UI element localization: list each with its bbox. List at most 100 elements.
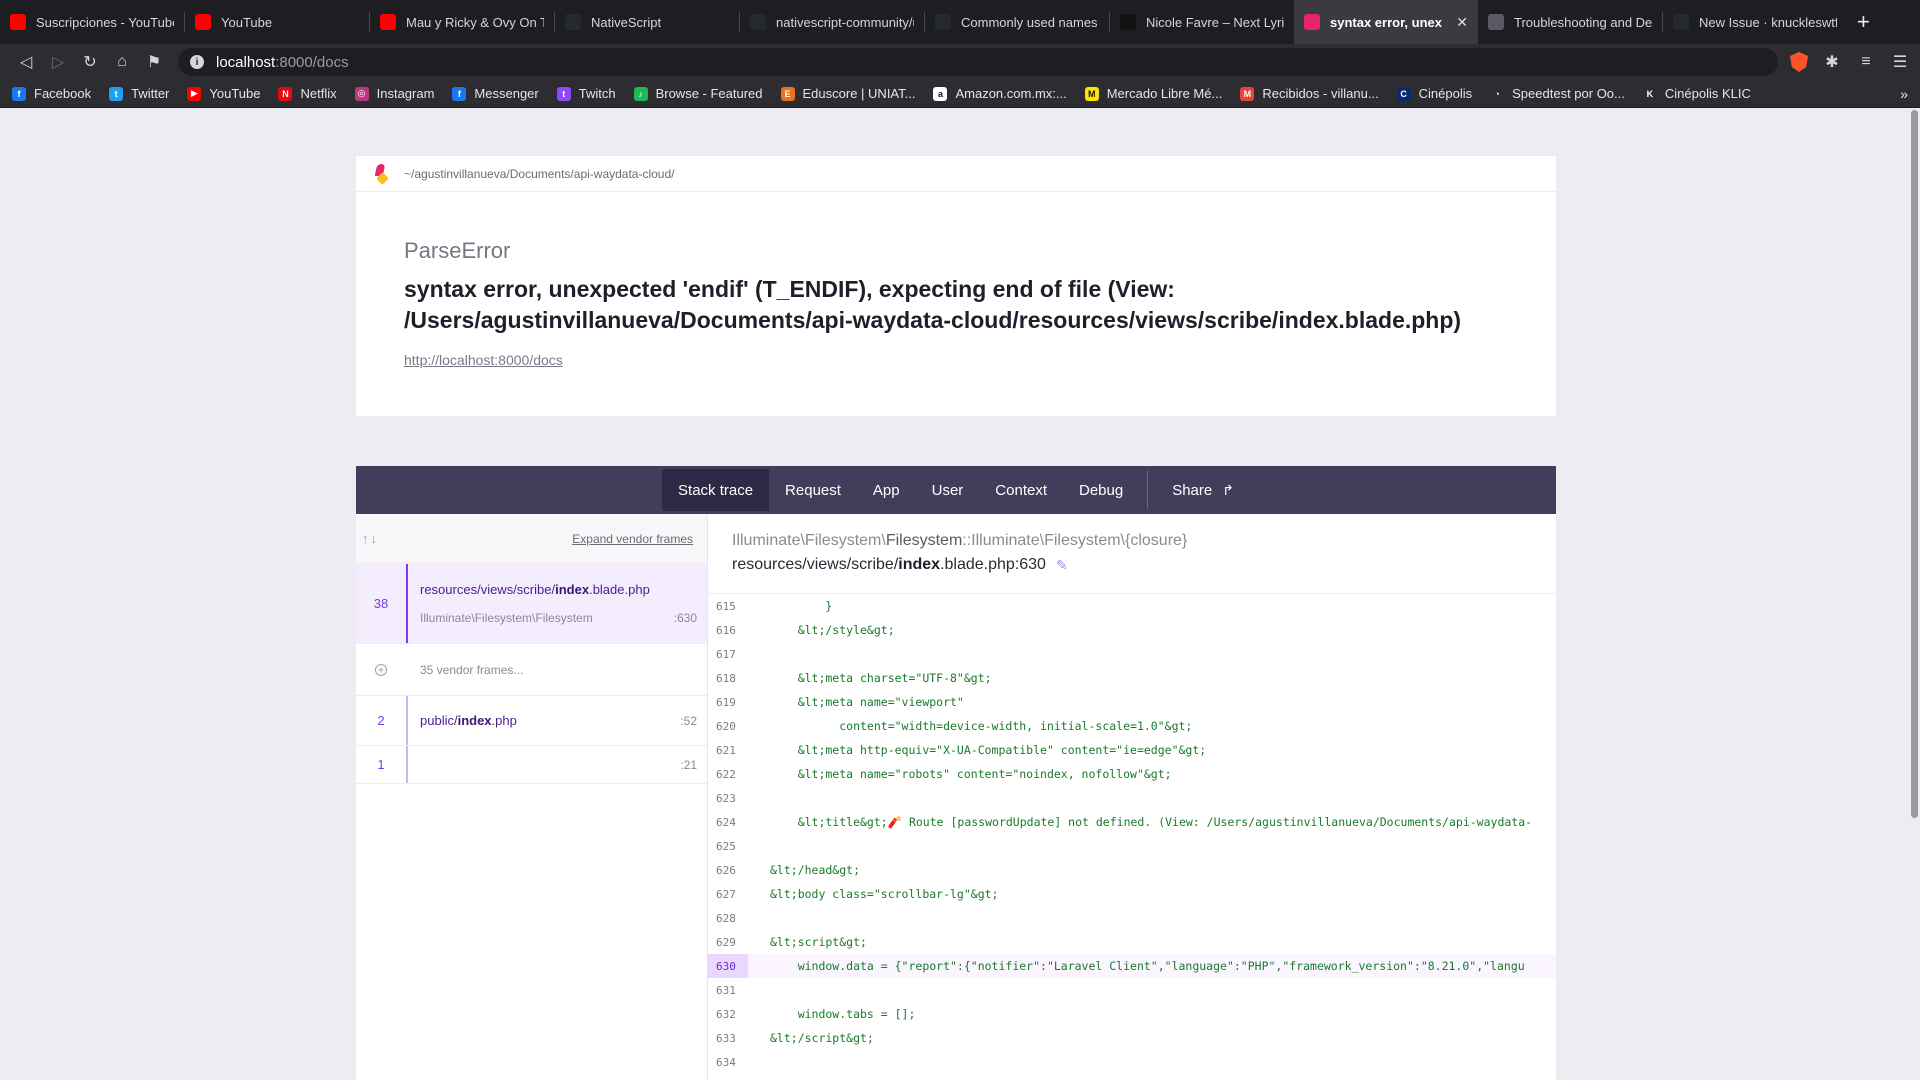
bookmark-label: Mercado Libre Mé... [1106,86,1223,101]
tab-stack-trace[interactable]: Stack trace [662,469,770,511]
code-line-number[interactable]: 633 [708,1026,748,1050]
browser-tab[interactable]: Commonly used names fo [925,0,1109,44]
browser-tab[interactable]: Troubleshooting and Deb [1478,0,1662,44]
code-line-number[interactable]: 619 [708,690,748,714]
page-scrollbar[interactable] [1910,108,1920,1080]
code-line: 633 &lt;/script&gt; [708,1026,1556,1050]
reload-icon[interactable]: ↻ [74,48,106,76]
edit-pencil-icon[interactable]: ✎ [1056,557,1068,574]
bookmark-favicon-icon: K [1642,86,1657,101]
bookmark-label: Eduscore | UNIAT... [802,86,916,101]
bookmark-item[interactable]: a Amazon.com.mx:... [933,86,1067,101]
address-bar[interactable]: i localhost:8000/docs [178,48,1778,76]
code-line-number[interactable]: 634 [708,1050,748,1074]
browser-tab[interactable]: Mau y Ricky & Ovy On The [370,0,554,44]
expand-vendor-frames-link[interactable]: Expand vendor frames [572,532,693,546]
bookmark-label: Facebook [34,86,92,101]
brave-shield-icon[interactable] [1790,52,1808,72]
home-icon[interactable]: ⌂ [106,48,138,76]
browser-tab[interactable]: New Issue · knuckleswtf/s [1663,0,1847,44]
bookmark-item[interactable]: ▶ YouTube [187,86,260,101]
code-line-number[interactable]: 628 [708,906,748,930]
code-line-number[interactable]: 624 [708,810,748,834]
bookmark-item[interactable]: C Cinépolis [1396,86,1472,101]
tab-user[interactable]: User [916,469,980,511]
tab-debug[interactable]: Debug [1063,469,1139,511]
frame-nav-arrows-icon[interactable]: ↑↓ [362,531,379,546]
code-line-number[interactable]: 620 [708,714,748,738]
code-line-number[interactable]: 625 [708,834,748,858]
bookmark-item[interactable]: N Netflix [278,86,337,101]
code-line-number[interactable]: 629 [708,930,748,954]
extensions-icon[interactable]: ✱ [1822,52,1842,72]
back-icon[interactable]: ◁ [10,48,42,76]
tab-request[interactable]: Request [769,469,857,511]
code-line: 625 [708,834,1556,858]
bookmark-item[interactable]: ◎ Instagram [354,86,435,101]
page-content: ~/agustinvillanueva/Documents/api-waydat… [0,108,1920,1080]
browser-tab[interactable]: syntax error, unex ✕ [1294,0,1478,44]
code-line-number[interactable]: 615 [708,594,748,618]
bookmark-item[interactable]: f Messenger [452,86,539,101]
code-line-number[interactable]: 626 [708,858,748,882]
bookmarks-bar: f Facebook t Twitter ▶ YouTube N Netflix ◎ Instag… [0,80,1920,108]
browser-tab[interactable]: nativescript-community/u [740,0,924,44]
code-line: 623 [708,786,1556,810]
tab-app[interactable]: App [857,469,916,511]
request-url-link[interactable]: http://localhost:8000/docs [404,352,1508,368]
browser-tab-title: Commonly used names fo [961,14,1099,30]
code-line-text: &lt;meta name="robots" content="noindex,… [770,767,1172,781]
code-line: 619 &lt;meta name="viewport" [708,690,1556,714]
browser-tab[interactable]: Suscripciones - YouTube [0,0,184,44]
error-header-card: ~/agustinvillanueva/Documents/api-waydat… [356,156,1556,416]
bookmark-favicon-icon: ♪ [633,86,648,101]
project-path-bar: ~/agustinvillanueva/Documents/api-waydat… [356,156,1556,192]
browser-tab[interactable]: Nicole Favre – Next Lyrics [1110,0,1294,44]
share-label: Share [1172,481,1213,499]
code-line: 620 content="width=device-width, initial… [708,714,1556,738]
tabs-divider [1147,471,1149,509]
code-line-number[interactable]: 630 [708,954,748,978]
bookmark-label: Instagram [376,86,435,101]
code-line-number[interactable]: 618 [708,666,748,690]
code-line-number[interactable]: 623 [708,786,748,810]
tab-context[interactable]: Context [979,469,1063,511]
browser-tab[interactable]: YouTube [185,0,369,44]
browser-tab[interactable]: NativeScript [555,0,739,44]
vendor-frames-toggle[interactable]: +35 vendor frames... [356,644,707,696]
share-button[interactable]: Share ↱ [1156,469,1250,511]
bookmark-item[interactable]: E Eduscore | UNIAT... [780,86,916,101]
code-line-text: &lt;body class="scrollbar-lg"&gt; [770,887,999,901]
bookmark-item[interactable]: t Twitch [556,86,616,101]
bookmark-item[interactable]: t Twitter [109,86,169,101]
code-line-number[interactable]: 627 [708,882,748,906]
site-info-icon[interactable]: i [190,55,204,69]
bookmark-item[interactable]: f Facebook [12,86,91,101]
code-line-number[interactable]: 632 [708,1002,748,1026]
bookmark-item[interactable]: K Cinépolis KLIC [1642,86,1751,101]
bookmark-item[interactable]: ◔ Speedtest por Oo... [1490,86,1625,101]
code-line-number[interactable]: 617 [708,642,748,666]
code-line-number[interactable]: 631 [708,978,748,1002]
bookmark-label: Netflix [300,86,337,101]
new-tab-icon[interactable]: + [1857,9,1870,35]
bookmark-icon[interactable]: ⚑ [138,48,170,76]
browser-tab-title: nativescript-community/u [776,14,914,30]
frame-file-name: resources/views/scribe/index .blade.php:6… [732,556,1068,574]
code-line-text: &lt;meta charset="UTF-8"&gt; [770,671,992,685]
menu-icon[interactable]: ☰ [1890,52,1910,72]
code-line-number[interactable]: 621 [708,738,748,762]
code-line-number[interactable]: 616 [708,618,748,642]
stack-frame[interactable]: 1:21 [356,746,707,784]
bookmark-item[interactable]: M Mercado Libre Mé... [1084,86,1223,101]
scrollbar-thumb[interactable] [1911,110,1918,818]
stack-frame[interactable]: 2 public/index.php:52 [356,696,707,746]
bookmark-item[interactable]: M Recibidos - villanu... [1240,86,1379,101]
code-line-number[interactable]: 622 [708,762,748,786]
close-tab-icon[interactable]: ✕ [1456,14,1468,31]
stack-frame[interactable]: 38 resources/views/scribe/index.blade.php… [356,564,707,644]
more-bookmarks-icon[interactable]: » [1900,86,1908,102]
playlist-icon[interactable]: ≡ [1856,53,1876,71]
forward-icon[interactable]: ▷ [42,48,74,76]
bookmark-item[interactable]: ♪ Browse - Featured [633,86,763,101]
